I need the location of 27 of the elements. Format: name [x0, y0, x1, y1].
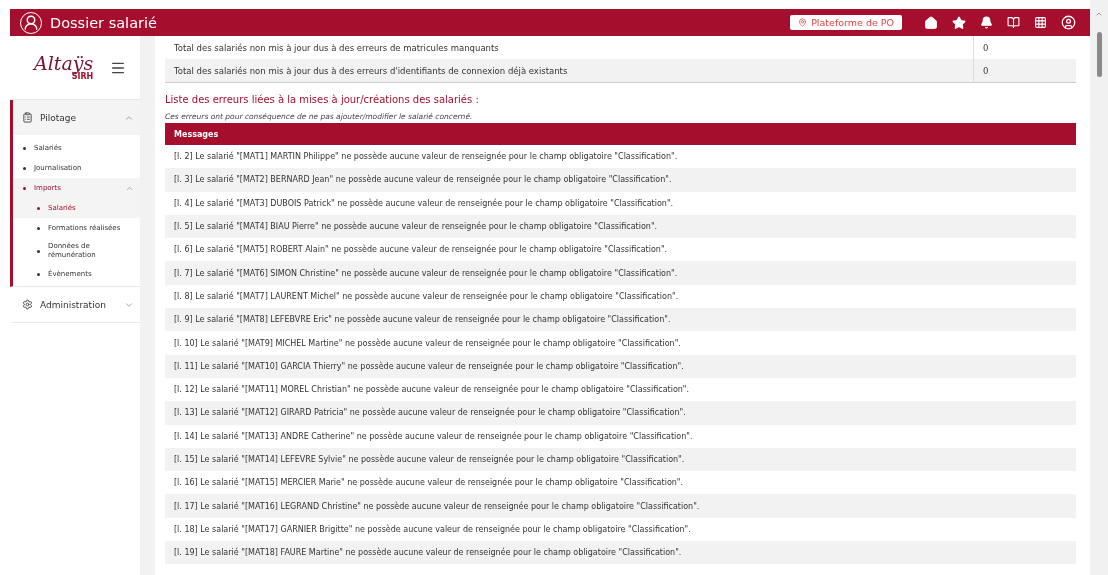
map-pin-icon	[798, 18, 808, 27]
table-cell: [l. 9] Le salarié "[MAT8] LEFEBVRE Eric" ne possède aucune valeur de renseignée pour le champ obligatoire "Classification".	[165, 308, 1076, 332]
scrollbar-thumb[interactable]	[1096, 32, 1102, 77]
table-cell: [l. 11] Le salarié "[MAT10] GARCIA Thierry" ne possède aucune valeur de renseignée pour le champ obligatoire "Classification".	[165, 354, 1076, 378]
bell-icon[interactable]	[980, 16, 993, 29]
star-icon[interactable]	[952, 15, 966, 30]
grid-icon[interactable]	[1034, 16, 1047, 29]
settings-icon	[22, 299, 33, 310]
table-cell-text: Total des salariés non mis à jour dus à des erreurs d'identifiants de connexion déjà existants	[173, 64, 569, 78]
app-title: Dossier salarié	[50, 14, 158, 31]
column-header: Messages	[165, 123, 1076, 145]
section-title: Liste des erreurs liées à la mises à jour/créations des salariés :	[165, 94, 480, 105]
platform-button[interactable]: Plateforme de PO	[790, 15, 902, 30]
table-cell: [l. 7] Le salarié "[MAT6] SIMON Christine" ne possède aucune valeur de renseignée pour le champ obligatoire "Classification".	[165, 261, 1076, 285]
table-cell: [l. 3] Le salarié "[MAT2] BERNARD Jean" ne possède aucune valeur de renseignée pour le champ obligatoire "Classification".	[165, 168, 1076, 192]
account-icon[interactable]	[1061, 15, 1076, 30]
home-icon[interactable]	[924, 15, 938, 30]
table-cell: [l. 17] Le salarié "[MAT16] LEGRAND Christine" ne possède aucune valeur de renseignée pour le champ obligatoire "Classification".	[165, 494, 1076, 518]
clipboard-icon	[22, 112, 33, 123]
logo: Altaÿs SIRH	[34, 54, 94, 81]
table-cell: [l. 19] Le salarié "[MAT18] FAURE Martine" ne possède aucune valeur de renseignée pour le champ obligatoire "Classification".	[165, 541, 1076, 565]
table-cell: [l. 13] Le salarié "[MAT12] GIRARD Patricia" ne possède aucune valeur de renseignée pour le champ obligatoire "Classification".	[165, 401, 1076, 425]
table-cell-text: Total des salariés non mis à jour dus à des erreurs de matricules manquants	[173, 41, 500, 55]
table-cell: [l. 15] Le salarié "[MAT14] LEFEVRE Sylvie" ne possède aucune valeur de renseignée pour le champ obligatoire "Classification".	[165, 447, 1076, 472]
table-cell: [l. 5] Le salarié "[MAT4] BIAU Pierre" ne possède aucune valeur de renseignée pour le champ obligatoire "Classification".	[165, 214, 1076, 239]
book-icon[interactable]	[1007, 16, 1020, 29]
section-header[interactable]: Pilotage	[13, 100, 140, 135]
